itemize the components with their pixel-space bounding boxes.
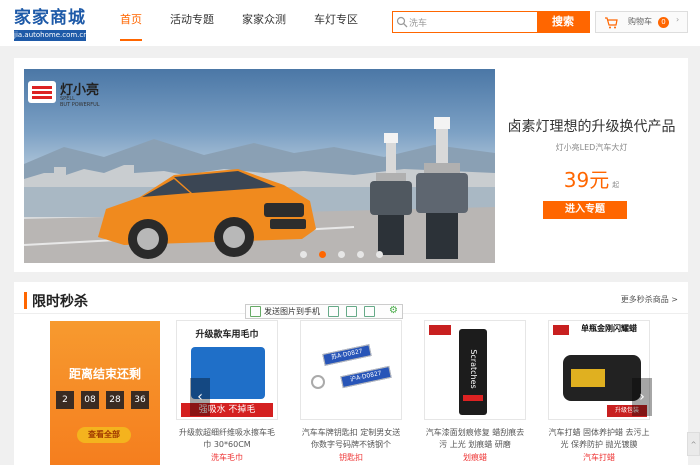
flash-sale-section: 限时秒杀 更多秒杀商品 > 发送图片到手机 ⚙ 距离结束还剩 2 08 28 3… xyxy=(14,282,688,465)
carousel-dot[interactable] xyxy=(357,251,364,258)
more-flash-sale-link[interactable]: 更多秒杀商品 > xyxy=(621,294,678,305)
search-box: 搜索 xyxy=(392,11,590,33)
product-name[interactable]: 汽车漆面划痕修复 蜡刮痕去污 上光 划痕蜡 研磨 xyxy=(424,427,526,451)
license-plate-2: 沪A·D0827 xyxy=(340,365,392,389)
countdown-hours: 08 xyxy=(81,391,99,409)
product-card[interactable]: 苏A·D0827 沪A·D0827 汽车车牌钥匙扣 定制男女送你数字号码牌不锈钢… xyxy=(300,320,402,465)
product-name[interactable]: 汽车车牌钥匙扣 定制男女送你数字号码牌不锈钢个 xyxy=(300,427,402,451)
product-image[interactable]: Scratches xyxy=(424,320,526,420)
countdown-panel: 距离结束还剩 2 08 28 36 查看全部 xyxy=(50,321,160,465)
product-image-title: 升级款车用毛巾 xyxy=(195,330,259,340)
promo-section: 灯小亮 SPELL BUT POWERFUL 卤素灯理想的升级换代产品 灯小亮L… xyxy=(14,58,688,272)
brand-tagline-2: BUT POWERFUL xyxy=(60,102,100,108)
nav-home[interactable]: 首页 xyxy=(120,0,142,41)
countdown-timer: 2 08 28 36 xyxy=(56,391,156,409)
countdown-title: 距离结束还剩 xyxy=(68,367,141,381)
pin-icon[interactable] xyxy=(346,306,357,317)
keyring-icon xyxy=(311,375,325,389)
tube-shape: Scratches xyxy=(459,329,487,415)
tube-stripe xyxy=(463,395,483,401)
search-input[interactable] xyxy=(409,12,537,32)
logo-text: 家家商城 xyxy=(14,8,86,28)
product-image[interactable]: 苏A·D0827 沪A·D0827 xyxy=(300,320,402,420)
carousel-dot[interactable] xyxy=(338,251,345,258)
send-to-phone-label[interactable]: 发送图片到手机 xyxy=(264,305,320,318)
site-logo[interactable]: 家家商城 jia.autohome.com.cn xyxy=(14,8,88,41)
countdown-seconds: 36 xyxy=(131,391,149,409)
flash-sale-title: 限时秒杀 xyxy=(32,294,88,310)
cart-icon xyxy=(605,17,618,29)
cart-label: 购物车 xyxy=(628,17,652,26)
promo-title[interactable]: 卤素灯理想的升级换代产品 xyxy=(495,116,688,136)
carousel-next-button[interactable]: › xyxy=(632,378,652,416)
product-brand-logo xyxy=(553,325,569,335)
nav-car-lights[interactable]: 车灯专区 xyxy=(314,0,358,40)
expand-icon[interactable] xyxy=(328,306,339,317)
save-icon[interactable] xyxy=(364,306,375,317)
section-accent-bar xyxy=(24,292,27,309)
product-tag[interactable]: 钥匙扣 xyxy=(300,452,402,463)
product-card[interactable]: Scratches 汽车漆面划痕修复 蜡刮痕去污 上光 划痕蜡 研磨 划痕蜡 xyxy=(424,320,526,465)
carousel-prev-button[interactable]: ‹ xyxy=(190,378,210,416)
search-icon xyxy=(396,16,408,28)
cart-count-badge: 0 xyxy=(658,17,669,28)
promo-price-value: 39元 xyxy=(563,168,610,192)
nav-crowd-test[interactable]: 家家众测 xyxy=(242,0,286,40)
top-header: 家家商城 jia.autohome.com.cn 首页 活动专题 家家众测 车灯… xyxy=(0,0,700,46)
chevron-up-icon: ^ xyxy=(690,441,697,449)
chevron-right-icon: › xyxy=(676,15,680,24)
page: 家家商城 jia.autohome.com.cn 首页 活动专题 家家众测 车灯… xyxy=(0,0,700,465)
promo-info: 卤素灯理想的升级换代产品 灯小亮LED汽车大灯 39元起 进入专题 xyxy=(495,58,688,272)
product-name[interactable]: 升级款超细纤维吸水擦车毛巾 30*60CM xyxy=(176,427,278,451)
gear-icon[interactable]: ⚙ xyxy=(389,306,400,317)
chevron-right-icon: › xyxy=(639,389,645,405)
promo-price-unit: 起 xyxy=(612,181,620,189)
product-tag[interactable]: 汽车打蜡 xyxy=(548,452,650,463)
promo-subtitle: 灯小亮LED汽车大灯 xyxy=(555,143,628,152)
main-nav: 首页 活动专题 家家众测 车灯专区 xyxy=(120,0,386,46)
nav-events[interactable]: 活动专题 xyxy=(170,0,214,40)
carousel-dot-active[interactable] xyxy=(319,251,326,258)
logo-domain: jia.autohome.com.cn xyxy=(14,30,86,41)
phone-icon[interactable] xyxy=(250,306,261,317)
search-button[interactable]: 搜索 xyxy=(537,11,589,33)
countdown-minutes: 28 xyxy=(106,391,124,409)
image-toolbar: 发送图片到手机 ⚙ xyxy=(245,304,403,319)
brand-mark-icon xyxy=(28,81,56,103)
product-tag[interactable]: 划痕蜡 xyxy=(424,452,526,463)
product-tag[interactable]: 洗车毛巾 xyxy=(176,452,278,463)
chevron-left-icon: ‹ xyxy=(197,389,203,405)
product-name[interactable]: 汽车打蜡 固体养护蜡 去污上光 保养防护 抛光镀膜 xyxy=(548,427,650,451)
brand-logo: 灯小亮 SPELL BUT POWERFUL xyxy=(28,77,128,111)
license-plate-1: 苏A·D0827 xyxy=(322,344,372,366)
carousel-dot[interactable] xyxy=(376,251,383,258)
promo-banner[interactable]: 灯小亮 SPELL BUT POWERFUL xyxy=(24,69,495,263)
countdown-days: 2 xyxy=(56,391,74,409)
carousel-dot[interactable] xyxy=(300,251,307,258)
view-all-button[interactable]: 查看全部 xyxy=(77,427,131,443)
promo-price: 39元起 xyxy=(495,164,688,193)
enter-topic-button[interactable]: 进入专题 xyxy=(543,201,627,219)
product-brand-logo xyxy=(429,325,451,335)
carousel-dots xyxy=(300,251,395,258)
cart-button[interactable]: 购物车 0 › xyxy=(595,11,688,33)
product-image-title: 单瓶金刚闪耀蜡 xyxy=(581,324,637,333)
side-float-tab[interactable]: ^ xyxy=(687,432,700,456)
wax-label xyxy=(571,369,605,387)
brand-tagline: SPELL BUT POWERFUL xyxy=(60,96,100,108)
